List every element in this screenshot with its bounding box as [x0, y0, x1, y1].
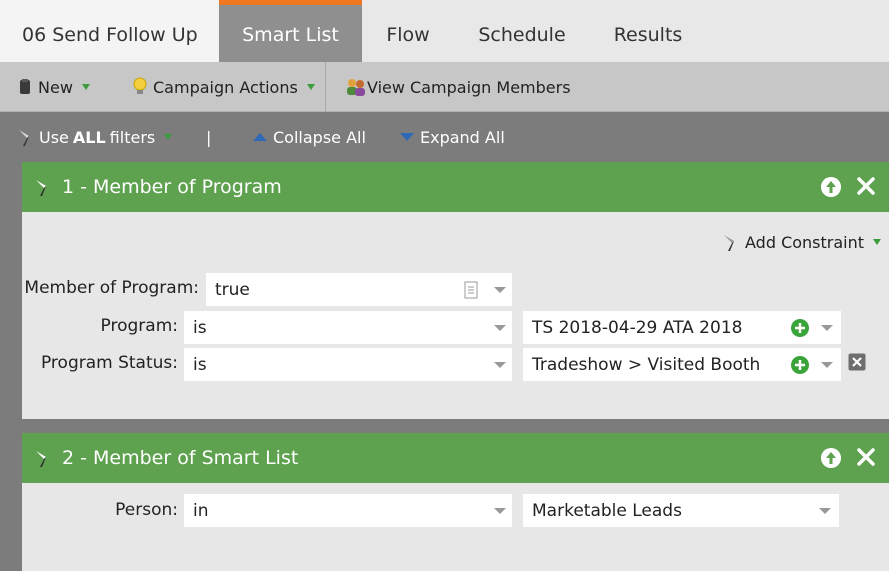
lightbulb-icon [133, 77, 147, 94]
person-operator-value: in [193, 500, 209, 521]
member-of-program-select[interactable]: true [206, 273, 512, 306]
collapse-all-button[interactable]: Collapse All [253, 113, 366, 161]
chevron-down-icon [821, 325, 833, 331]
chevron-down-icon [819, 508, 831, 514]
move-up-icon[interactable] [821, 177, 841, 197]
list-icon [464, 281, 478, 299]
expand-all-label: Expand All [420, 127, 505, 147]
add-constraint-label: Add Constraint [745, 232, 865, 252]
campaign-actions-label: Campaign Actions [153, 77, 298, 97]
view-campaign-members-button[interactable]: View Campaign Members [345, 62, 571, 112]
program-operator-value: is [193, 317, 207, 338]
chevron-down-icon [164, 134, 173, 140]
person-label: Person: [115, 500, 178, 520]
remove-constraint-icon[interactable] [848, 353, 866, 371]
funnel-icon [36, 180, 46, 196]
new-button[interactable]: New [18, 62, 90, 112]
program-status-operator-select[interactable]: is [184, 348, 512, 381]
people-icon [347, 79, 365, 96]
chevron-down-icon [81, 84, 90, 90]
program-status-label: Program Status: [40, 353, 178, 373]
filters-label: filters [109, 127, 156, 147]
program-value: TS 2018-04-29 ATA 2018 [532, 317, 743, 338]
use-label: Use [39, 127, 69, 147]
tab-bar: 06 Send Follow Up Smart List Flow Schedu… [0, 0, 889, 62]
expand-all-button[interactable]: Expand All [400, 113, 505, 161]
chevron-down-icon [494, 325, 506, 331]
tab-flow[interactable]: Flow [362, 0, 454, 62]
chevron-down-icon [494, 362, 506, 368]
all-label: ALL [72, 127, 106, 147]
program-value-select[interactable]: TS 2018-04-29 ATA 2018 [523, 311, 841, 344]
new-icon [20, 79, 30, 94]
tab-campaign-name[interactable]: 06 Send Follow Up [0, 0, 219, 62]
use-all-filters-dropdown[interactable]: Use ALL filters [17, 113, 173, 161]
person-operator-select[interactable]: in [184, 494, 512, 527]
filter-panel-1: 1 - Member of Program Add Constraint Mem… [22, 162, 889, 419]
filter-2-title: 2 - Member of Smart List [62, 447, 299, 469]
add-value-icon[interactable] [790, 355, 810, 375]
program-label: Program: [100, 316, 178, 336]
tab-smart-list[interactable]: Smart List [219, 0, 362, 62]
program-status-value-select[interactable]: Tradeshow > Visited Booth [523, 348, 841, 381]
new-label: New [38, 77, 73, 97]
member-of-program-value: true [215, 279, 250, 300]
filter-2-header[interactable]: 2 - Member of Smart List [22, 433, 889, 483]
chevron-down-icon [494, 508, 506, 514]
filter-bar: Use ALL filters | Collapse All Expand Al… [0, 113, 889, 161]
toolbar: New Campaign Actions View Campaign Membe… [0, 62, 889, 112]
program-operator-select[interactable]: is [184, 311, 512, 344]
member-of-program-label: Member of Program: [24, 278, 199, 298]
expand-icon [400, 133, 414, 141]
program-status-operator-value: is [193, 354, 207, 375]
funnel-icon [36, 451, 46, 467]
tab-results[interactable]: Results [590, 0, 706, 62]
chevron-down-icon [873, 239, 882, 245]
chevron-down-icon [306, 84, 315, 90]
funnel-icon [19, 130, 29, 146]
filter-panel-2: 2 - Member of Smart List Person: in Mark… [22, 433, 889, 571]
close-icon[interactable] [855, 446, 877, 468]
filter-bar-separator: | [206, 127, 212, 147]
funnel-icon [724, 235, 734, 251]
close-icon[interactable] [855, 175, 877, 197]
view-campaign-members-label: View Campaign Members [367, 77, 571, 97]
collapse-icon [253, 133, 267, 141]
toolbar-divider [325, 62, 326, 112]
collapse-all-label: Collapse All [273, 127, 366, 147]
filter-1-title: 1 - Member of Program [62, 176, 282, 198]
filter-1-header[interactable]: 1 - Member of Program [22, 162, 889, 212]
person-value: Marketable Leads [532, 500, 682, 521]
tab-schedule[interactable]: Schedule [454, 0, 590, 62]
move-up-icon[interactable] [821, 448, 841, 468]
add-value-icon[interactable] [790, 318, 810, 338]
program-status-value: Tradeshow > Visited Booth [532, 354, 761, 375]
person-value-select[interactable]: Marketable Leads [523, 494, 839, 527]
campaign-actions-button[interactable]: Campaign Actions [132, 62, 315, 112]
chevron-down-icon [494, 287, 506, 293]
add-constraint-button[interactable]: Add Constraint [722, 232, 882, 252]
chevron-down-icon [821, 362, 833, 368]
